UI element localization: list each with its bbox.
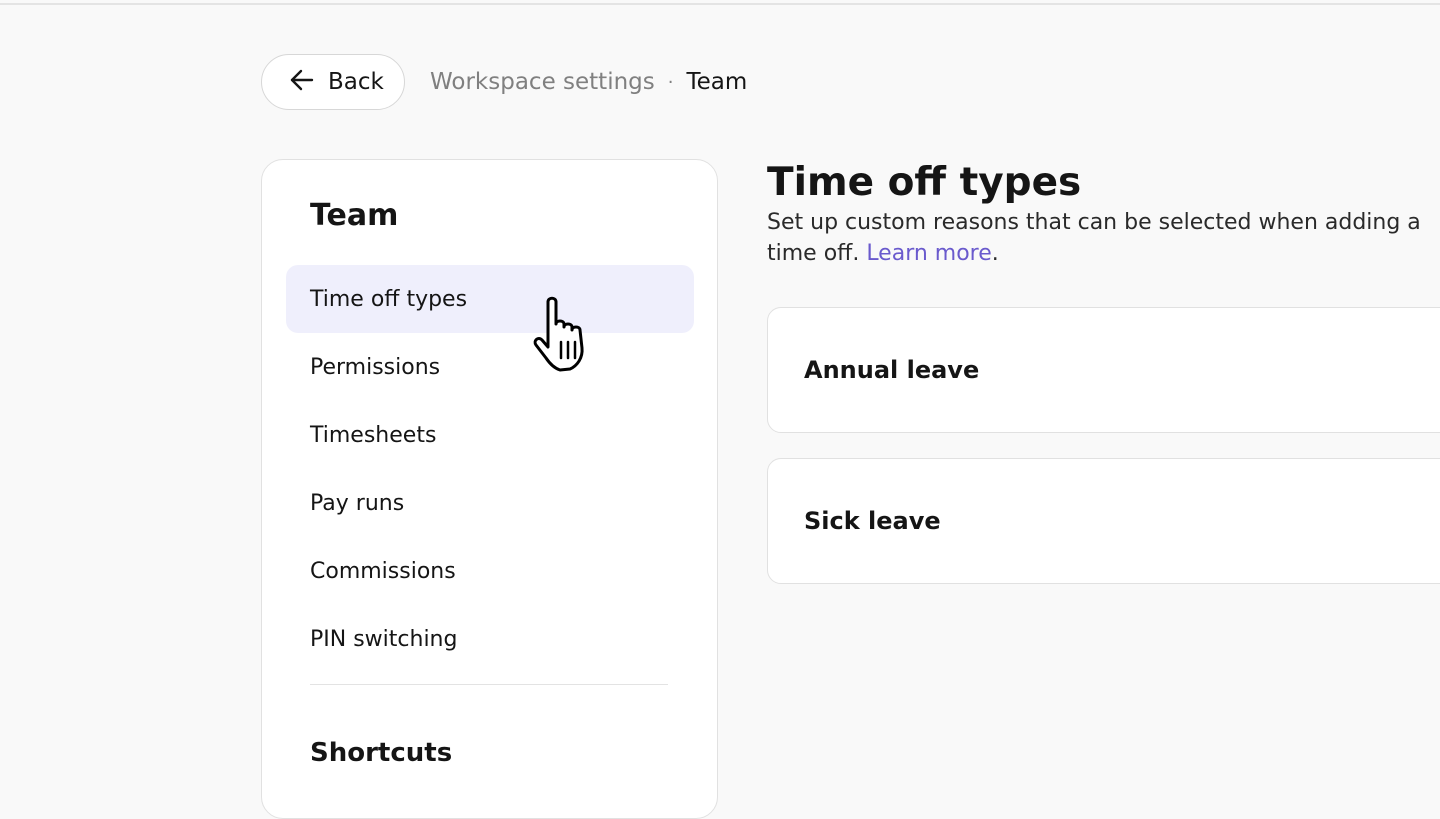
top-divider: [0, 0, 1440, 5]
back-button[interactable]: Back: [261, 54, 405, 110]
time-off-type-name: Sick leave: [804, 507, 941, 535]
breadcrumb-workspace-settings[interactable]: Workspace settings: [430, 69, 655, 95]
sidebar-item-commissions[interactable]: Commissions: [286, 537, 694, 605]
page-description-period: .: [991, 241, 999, 266]
sidebar-item-pay-runs[interactable]: Pay runs: [286, 469, 694, 537]
sidebar-heading: Team: [310, 198, 399, 233]
sidebar-item-permissions[interactable]: Permissions: [286, 333, 694, 401]
time-off-type-card-annual-leave[interactable]: Annual leave: [767, 307, 1440, 433]
shortcuts-heading: Shortcuts: [310, 738, 453, 768]
time-off-type-name: Annual leave: [804, 356, 980, 384]
learn-more-link[interactable]: Learn more: [866, 241, 991, 266]
breadcrumb-current: Team: [686, 69, 748, 95]
sidebar-divider: [310, 684, 668, 685]
arrow-left-icon: [288, 66, 316, 98]
settings-sidebar: Team Time off types Permissions Timeshee…: [261, 159, 718, 819]
time-off-type-card-sick-leave[interactable]: Sick leave: [767, 458, 1440, 584]
breadcrumb-separator: ·: [667, 71, 674, 93]
sidebar-item-timesheets[interactable]: Timesheets: [286, 401, 694, 469]
sidebar-nav: Time off types Permissions Timesheets Pa…: [286, 265, 694, 673]
sidebar-item-pin-switching[interactable]: PIN switching: [286, 605, 694, 673]
breadcrumb: Workspace settings · Team: [430, 64, 747, 100]
back-label: Back: [328, 69, 384, 95]
sidebar-item-time-off-types[interactable]: Time off types: [286, 265, 694, 333]
page-title: Time off types: [767, 160, 1082, 205]
page-description: Set up custom reasons that can be select…: [767, 207, 1440, 269]
